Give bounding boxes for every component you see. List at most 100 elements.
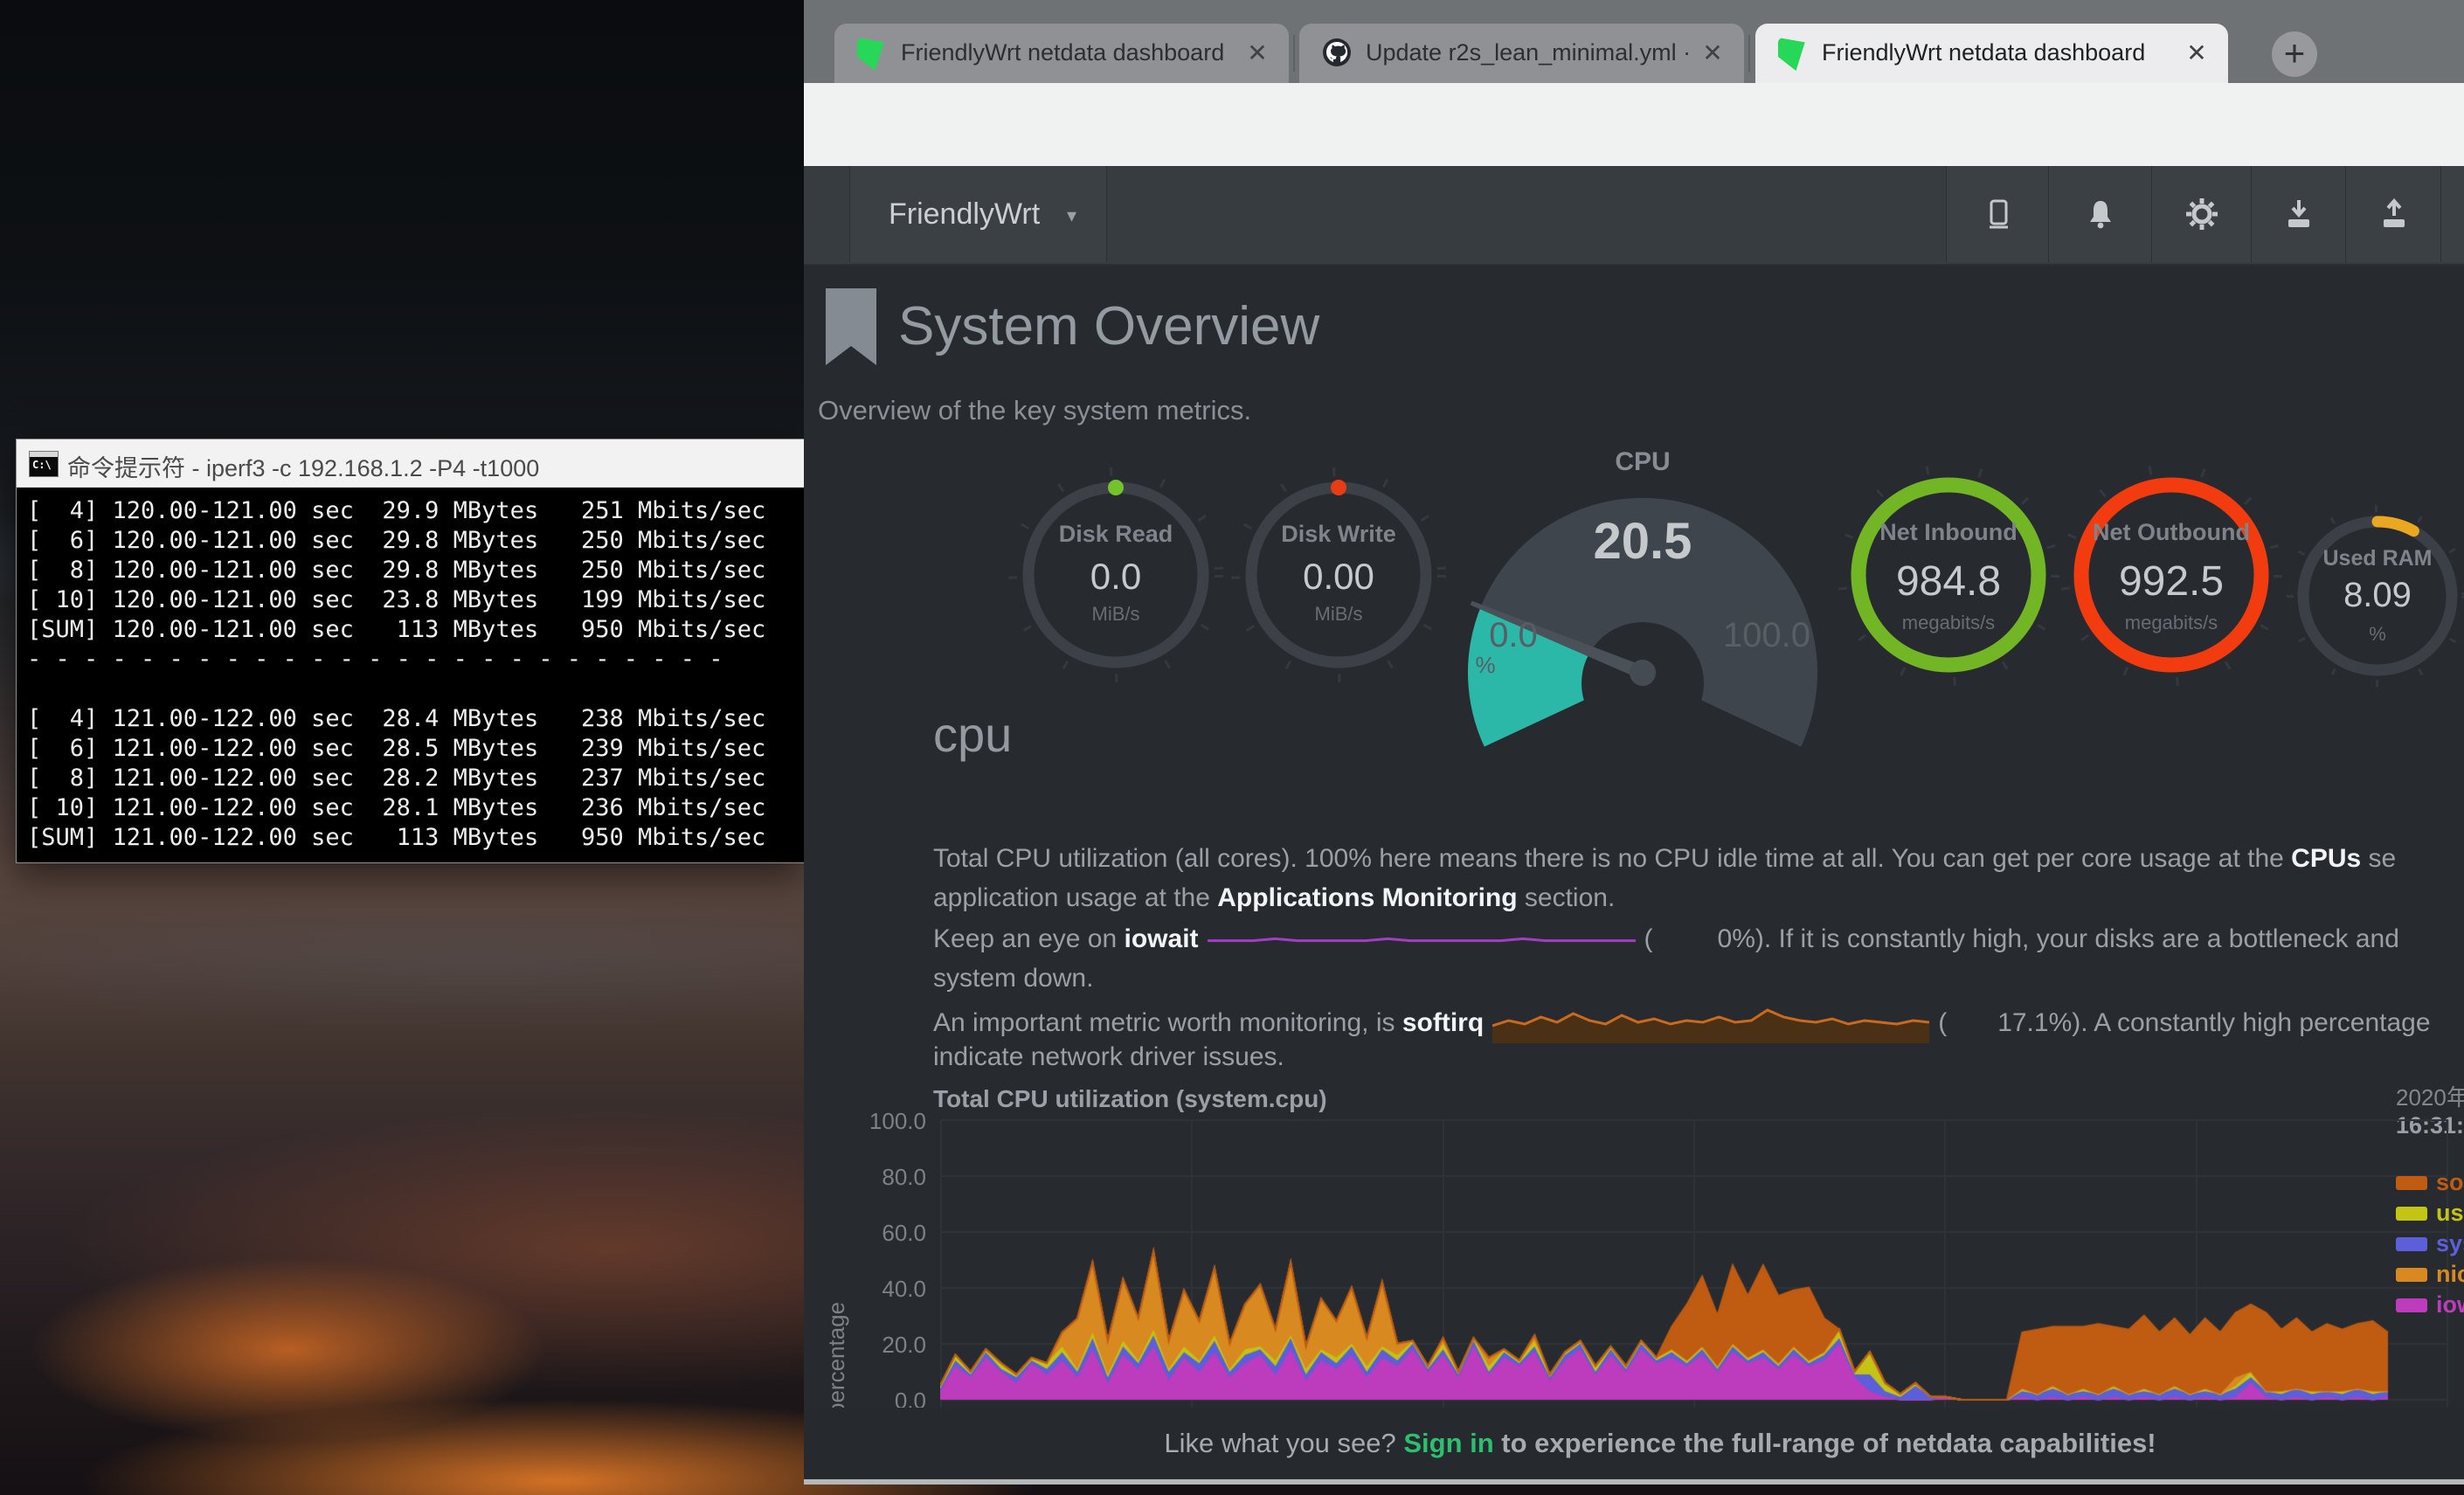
gauge-value: 8.09 xyxy=(2281,576,2464,615)
netdata-dashboard: FriendlyWrt ▾ xyxy=(804,166,2464,1479)
export-button[interactable] xyxy=(2345,166,2441,262)
text: ( xyxy=(1938,1008,1947,1037)
y-tick-label: 20.0 xyxy=(853,1332,926,1359)
netdata-icon xyxy=(857,38,887,69)
gauge-cpu-title: CPU xyxy=(1555,447,1730,477)
monitor-icon xyxy=(1981,197,2016,232)
terminal-line: [ 8] 120.00-121.00 sec 29.8 MBytes 250 M… xyxy=(27,556,804,585)
legend-item-system[interactable]: system xyxy=(2396,1230,2464,1261)
settings-button[interactable] xyxy=(2151,166,2252,262)
terminal-line: [ 10] 120.00-121.00 sec 23.8 MBytes 199 … xyxy=(27,585,804,615)
gauge-value: 984.8 xyxy=(1826,557,2071,606)
help-button-partial[interactable] xyxy=(2440,166,2464,262)
section-heading-cpu: cpu xyxy=(933,706,1012,763)
legend-label: system xyxy=(2436,1230,2464,1257)
gauge-value: 0.0 xyxy=(1002,556,1229,598)
iowait-term: iowait xyxy=(1125,924,1199,953)
host-name: FriendlyWrt xyxy=(889,197,1040,232)
legend-label: iowait xyxy=(2436,1291,2464,1319)
text: se xyxy=(2361,844,2396,873)
cpu-description-line: Keep an eye on iowait(0%). If it is cons… xyxy=(933,924,2399,961)
gauge-dot xyxy=(1108,480,1124,495)
gauge-label: Disk Write xyxy=(1225,521,1452,548)
close-icon[interactable]: ✕ xyxy=(2181,38,2212,69)
y-tick-label: 40.0 xyxy=(853,1276,926,1303)
tab-title: Update r2s_lean_minimal.yml · k xyxy=(1366,39,1690,66)
gauge-net-inbound: Net Inbound 984.8 megabits/s xyxy=(1826,453,2071,697)
legend-swatch xyxy=(2396,1268,2427,1282)
chevron-down-icon: ▾ xyxy=(1067,204,1076,227)
cpu-utilization-chart[interactable] xyxy=(940,1119,2447,1409)
terminal-title: 命令提示符 - iperf3 -c 192.168.1.2 -P4 -t1000 xyxy=(67,449,539,483)
import-button[interactable] xyxy=(2251,166,2346,262)
cpu-description-line: indicate network driver issues. xyxy=(933,1042,1284,1079)
browser-window: FriendlyWrt netdata dashboard ✕ Update r… xyxy=(804,0,2464,1485)
sign-in-link[interactable]: Sign in xyxy=(1403,1428,1493,1458)
terminal-line: [ 6] 121.00-122.00 sec 28.5 MBytes 239 M… xyxy=(27,734,804,764)
text: ). If it is constantly high, your disks … xyxy=(1755,924,2399,953)
dashboard-navbar: FriendlyWrt ▾ xyxy=(804,166,2464,266)
legend-item-user[interactable]: user xyxy=(2396,1200,2464,1230)
y-tick-label: 60.0 xyxy=(853,1220,926,1247)
close-icon[interactable]: ✕ xyxy=(1697,38,1728,69)
text: ( xyxy=(1644,924,1653,953)
signin-banner: Like what you see? Sign in to experience… xyxy=(804,1408,2464,1479)
legend-item-softirq[interactable]: softirq xyxy=(2396,1169,2464,1200)
chart-title: Total CPU utilization (system.cpu) xyxy=(933,1085,1327,1113)
host-dropdown[interactable]: FriendlyWrt ▾ xyxy=(849,166,1107,262)
terminal-window: C:\ 命令提示符 - iperf3 -c 192.168.1.2 -P4 -t… xyxy=(16,439,805,863)
page-title: System Overview xyxy=(898,295,1319,357)
browser-toolbar: 不安全 192.168.2.1:19999/#menu_system_subme… xyxy=(804,83,2464,167)
bell-icon xyxy=(2083,197,2118,232)
gauge-unit: megabits/s xyxy=(1826,612,2071,634)
cpu-description-line: Total CPU utilization (all cores). 100% … xyxy=(933,844,2396,881)
y-axis: 100.080.060.040.020.00.0 xyxy=(853,1108,926,1422)
softirq-sparkline xyxy=(1492,1003,1929,1045)
gauge-cpu-min: 0.0 xyxy=(1461,616,1566,655)
legend-item-nice[interactable]: nice xyxy=(2396,1261,2464,1291)
gauge-unit: % xyxy=(2281,623,2464,646)
download-icon xyxy=(2281,197,2316,232)
gauge-disk-read: Disk Read 0.0 MiB/s xyxy=(1002,453,1229,697)
chart-legend: softirqusersystem nice iowait xyxy=(2396,1169,2464,1322)
gauge-unit: MiB/s xyxy=(1002,603,1229,626)
terminal-line: [ 10] 121.00-122.00 sec 28.1 MBytes 236 … xyxy=(27,793,804,823)
tab-github[interactable]: Update r2s_lean_minimal.yml · k ✕ xyxy=(1299,24,1744,83)
text: Total CPU utilization (all cores). 100% … xyxy=(933,844,2291,873)
gauge-unit: MiB/s xyxy=(1225,603,1452,626)
terminal-line: [ 6] 120.00-121.00 sec 29.8 MBytes 250 M… xyxy=(27,526,804,556)
legend-swatch xyxy=(2396,1207,2427,1221)
text: section. xyxy=(1518,883,1616,912)
tab-title: FriendlyWrt netdata dashboard xyxy=(901,39,1235,66)
window-bottom-edge xyxy=(804,1479,2464,1485)
text: to experience the full-range of netdata … xyxy=(1494,1428,2156,1458)
gauge-label: Used RAM xyxy=(2281,546,2464,571)
new-tab-button[interactable]: + xyxy=(2272,31,2317,77)
close-icon[interactable]: ✕ xyxy=(1242,38,1273,69)
legend-label: nice xyxy=(2436,1261,2464,1288)
tab-divider xyxy=(1748,35,1750,72)
cpu-description-line: application usage at the Applications Mo… xyxy=(933,883,1615,920)
console-button[interactable] xyxy=(1946,166,2049,262)
iowait-sparkline xyxy=(1208,933,1636,947)
tab-netdata-1[interactable]: FriendlyWrt netdata dashboard ✕ xyxy=(834,24,1289,83)
legend-item-iowait[interactable]: iowait xyxy=(2396,1291,2464,1322)
signin-text: Like what you see? Sign in to experience… xyxy=(804,1408,2464,1479)
gauge-used-ram: Used RAM 8.09 % xyxy=(2281,495,2464,696)
gauge-cpu xyxy=(1468,454,1817,751)
legend-swatch xyxy=(2396,1237,2427,1251)
gauge-net-outbound: Net Outbound 992.5 megabits/s xyxy=(2049,453,2294,697)
cmd-icon: C:\ xyxy=(29,451,59,477)
cpus-link[interactable]: CPUs xyxy=(2291,844,2361,873)
upload-icon xyxy=(2377,197,2412,232)
alarms-button[interactable] xyxy=(2048,166,2152,262)
gauge-label: Net Inbound xyxy=(1826,519,2071,546)
tab-netdata-2-active[interactable]: FriendlyWrt netdata dashboard ✕ xyxy=(1755,24,2228,83)
y-tick-label: 80.0 xyxy=(853,1164,926,1191)
terminal-line: [SUM] 121.00-122.00 sec 113 MBytes 950 M… xyxy=(27,823,804,853)
gauge-cpu-max: 100.0 xyxy=(1706,616,1828,655)
terminal-titlebar[interactable]: C:\ 命令提示符 - iperf3 -c 192.168.1.2 -P4 -t… xyxy=(17,440,804,488)
terminal-line: [ 8] 121.00-122.00 sec 28.2 MBytes 237 M… xyxy=(27,764,804,793)
gauge-label: Disk Read xyxy=(1002,521,1229,548)
applications-monitoring-link[interactable]: Applications Monitoring xyxy=(1217,883,1517,912)
